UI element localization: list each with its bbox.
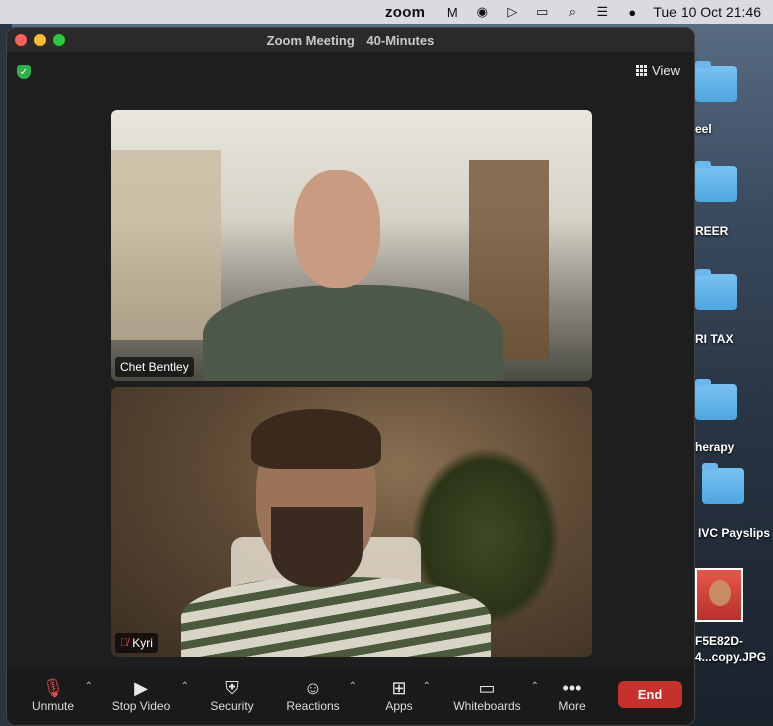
more-label: More	[558, 699, 586, 713]
gmail-icon[interactable]: M	[443, 4, 461, 20]
menubar-datetime[interactable]: Tue 10 Oct 21:46	[653, 4, 761, 20]
traffic-lights	[15, 34, 65, 46]
unmute-label: Unmute	[31, 699, 75, 713]
desktop-item-label[interactable]: eel	[695, 122, 712, 136]
muted-microphone-icon: 🎙	[41, 678, 65, 698]
apps-label: Apps	[385, 699, 413, 713]
whiteboard-icon: ▭	[478, 678, 496, 698]
video-person-beard	[271, 507, 363, 587]
video-tile[interactable]: 🎙̸ Kyri	[111, 387, 592, 657]
chevron-up-icon[interactable]: ⌃	[85, 681, 93, 692]
minimize-window-button[interactable]	[34, 34, 46, 46]
video-person-head	[294, 170, 380, 288]
unmute-button[interactable]: 🎙 Unmute ⌃	[27, 677, 93, 713]
folder-icon[interactable]	[695, 61, 737, 102]
desktop-item-label[interactable]: herapy	[695, 440, 734, 454]
video-person-hair	[251, 409, 381, 469]
zoom-meeting-window: Zoom Meeting 40-Minutes ✓ View Chet Bent…	[6, 27, 695, 726]
video-person-body	[181, 577, 491, 657]
video-bookshelf	[111, 150, 221, 340]
menubar-app-name[interactable]: zoom	[385, 4, 425, 21]
whiteboards-button[interactable]: ▭ Whiteboards ⌃	[449, 677, 539, 713]
view-button[interactable]: View	[636, 63, 680, 78]
grid-icon	[636, 65, 648, 76]
apps-icon: ⊞	[391, 678, 407, 698]
search-icon[interactable]: ⌕	[563, 4, 581, 20]
menu-bar: zoom M ◉ ▷ ▭ ⌕ ☰ ● Tue 10 Oct 21:46	[0, 0, 773, 24]
view-label: View	[652, 63, 680, 78]
folder-icon[interactable]	[695, 379, 737, 420]
chevron-up-icon[interactable]: ⌃	[181, 681, 189, 692]
vpn-icon[interactable]: ◉	[473, 4, 491, 20]
siri-icon[interactable]: ●	[623, 4, 641, 20]
desktop-item-label[interactable]: F5E82D-	[695, 634, 743, 648]
image-thumbnail-icon[interactable]	[695, 568, 743, 622]
encryption-shield-icon[interactable]: ✓	[17, 65, 31, 79]
fullscreen-window-button[interactable]	[53, 34, 65, 46]
apps-button[interactable]: ⊞ Apps ⌃	[381, 677, 431, 713]
window-titlebar: Zoom Meeting 40-Minutes	[7, 28, 694, 52]
security-label: Security	[210, 699, 254, 713]
participant-name-tag: 🎙̸ Kyri	[115, 633, 158, 653]
video-person-body	[203, 285, 503, 381]
play-icon[interactable]: ▷	[503, 4, 521, 20]
more-button[interactable]: ••• More	[555, 677, 589, 713]
participant-name: Chet Bentley	[120, 360, 189, 374]
end-meeting-button[interactable]: End	[618, 681, 682, 708]
meeting-time-limit: 40-Minutes	[366, 32, 435, 48]
stop-video-button[interactable]: ▶ Stop Video ⌃	[107, 677, 189, 713]
chevron-up-icon[interactable]: ⌃	[349, 681, 357, 692]
control-center-icon[interactable]: ☰	[593, 4, 611, 20]
meeting-toolbar: 🎙 Unmute ⌃ ▶ Stop Video ⌃ ⛨ Security ☺ R…	[7, 667, 694, 725]
chevron-up-icon[interactable]: ⌃	[531, 681, 539, 692]
stop-video-label: Stop Video	[111, 699, 171, 713]
video-camera-icon: ▶	[134, 678, 148, 698]
security-button[interactable]: ⛨ Security	[205, 677, 259, 713]
video-tile[interactable]: Chet Bentley	[111, 110, 592, 381]
reactions-button[interactable]: ☺ Reactions ⌃	[283, 677, 357, 713]
folder-icon[interactable]	[702, 463, 744, 504]
meeting-title: Zoom Meeting	[266, 32, 355, 48]
folder-icon[interactable]	[695, 161, 737, 202]
whiteboards-label: Whiteboards	[453, 699, 521, 713]
participant-name: Kyri	[132, 636, 153, 650]
more-dots-icon: •••	[562, 678, 582, 698]
desktop-item-label[interactable]: RI TAX	[695, 332, 733, 346]
desktop-item-label[interactable]: REER	[695, 224, 728, 238]
battery-icon[interactable]: ▭	[533, 4, 551, 20]
window-title: Zoom Meeting 40-Minutes	[263, 33, 439, 48]
participant-name-tag: Chet Bentley	[115, 357, 194, 377]
shield-icon: ⛨	[225, 678, 239, 698]
folder-icon[interactable]	[695, 269, 737, 310]
muted-microphone-icon: 🎙̸	[120, 637, 129, 649]
smiley-plus-icon: ☺	[303, 678, 323, 698]
desktop-item-label[interactable]: 4...copy.JPG	[695, 650, 766, 664]
reactions-label: Reactions	[286, 699, 340, 713]
desktop-item-label[interactable]: IVC Payslips	[698, 526, 770, 540]
close-window-button[interactable]	[15, 34, 27, 46]
chevron-up-icon[interactable]: ⌃	[423, 681, 431, 692]
